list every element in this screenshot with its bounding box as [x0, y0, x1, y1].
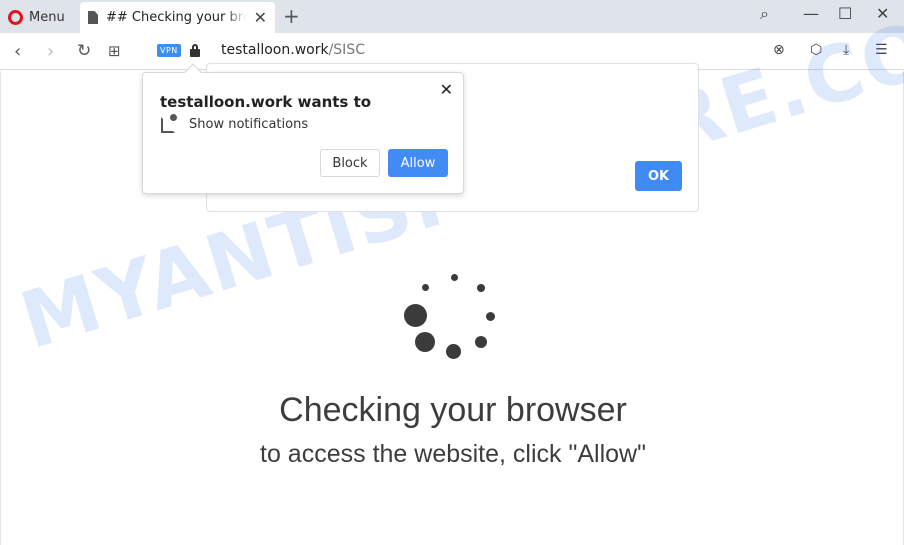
url-field[interactable]: testalloon.work/SISC [221, 42, 365, 58]
document-icon [88, 11, 98, 24]
url-path: /SISC [328, 42, 365, 58]
spinner-dot [477, 284, 485, 292]
spinner-dot [415, 332, 435, 352]
search-tabs-icon[interactable]: ⌕ [760, 4, 769, 24]
forward-button[interactable]: › [47, 41, 54, 62]
tab-bar: Menu ## Checking your browser ✕ + ⌕ — ☐ … [0, 0, 904, 33]
vpn-badge[interactable]: VPN [157, 44, 181, 57]
speed-dial-icon[interactable]: ⊞ [108, 42, 121, 60]
popup-close-icon[interactable]: ✕ [440, 80, 453, 99]
block-button[interactable]: Block [320, 149, 380, 177]
permission-label: Show notifications [189, 117, 309, 132]
spinner-dot [486, 312, 495, 321]
browser-window: Menu ## Checking your browser ✕ + ⌕ — ☐ … [0, 0, 904, 545]
tab-close-icon[interactable]: ✕ [254, 8, 267, 27]
ok-button[interactable]: OK [635, 161, 682, 191]
spinner-dot [475, 336, 487, 348]
reload-button[interactable]: ↻ [77, 41, 91, 61]
page-subheading: to access the website, click "Allow" [260, 440, 646, 468]
opera-logo-icon [8, 9, 23, 25]
page-heading: Checking your browser [279, 391, 627, 429]
menu-label: Menu [29, 9, 65, 25]
spinner-dot [422, 284, 429, 291]
back-button[interactable]: ‹ [14, 41, 21, 62]
tab-active[interactable]: ## Checking your browser ✕ [80, 2, 275, 33]
page-content: MYANTISPYWARE.COM OK Checking your brows… [0, 0, 904, 545]
spinner-dot [451, 274, 458, 281]
popup-title: testalloon.work wants to [160, 93, 372, 111]
spinner-dot [446, 344, 461, 359]
notification-icon-dot [170, 114, 177, 121]
tab-title: ## Checking your browser [106, 10, 246, 25]
opera-menu-button[interactable]: Menu [8, 6, 65, 28]
lock-icon[interactable] [190, 44, 200, 57]
new-tab-button[interactable]: + [283, 4, 300, 28]
notification-permission-popup: testalloon.work wants to ✕ Show notifica… [142, 63, 464, 194]
spinner-dot [404, 304, 427, 327]
allow-button[interactable]: Allow [388, 149, 448, 177]
maximize-button[interactable]: ☐ [838, 4, 852, 23]
minimize-button[interactable]: — [803, 4, 819, 23]
url-host: testalloon.work [221, 42, 329, 58]
